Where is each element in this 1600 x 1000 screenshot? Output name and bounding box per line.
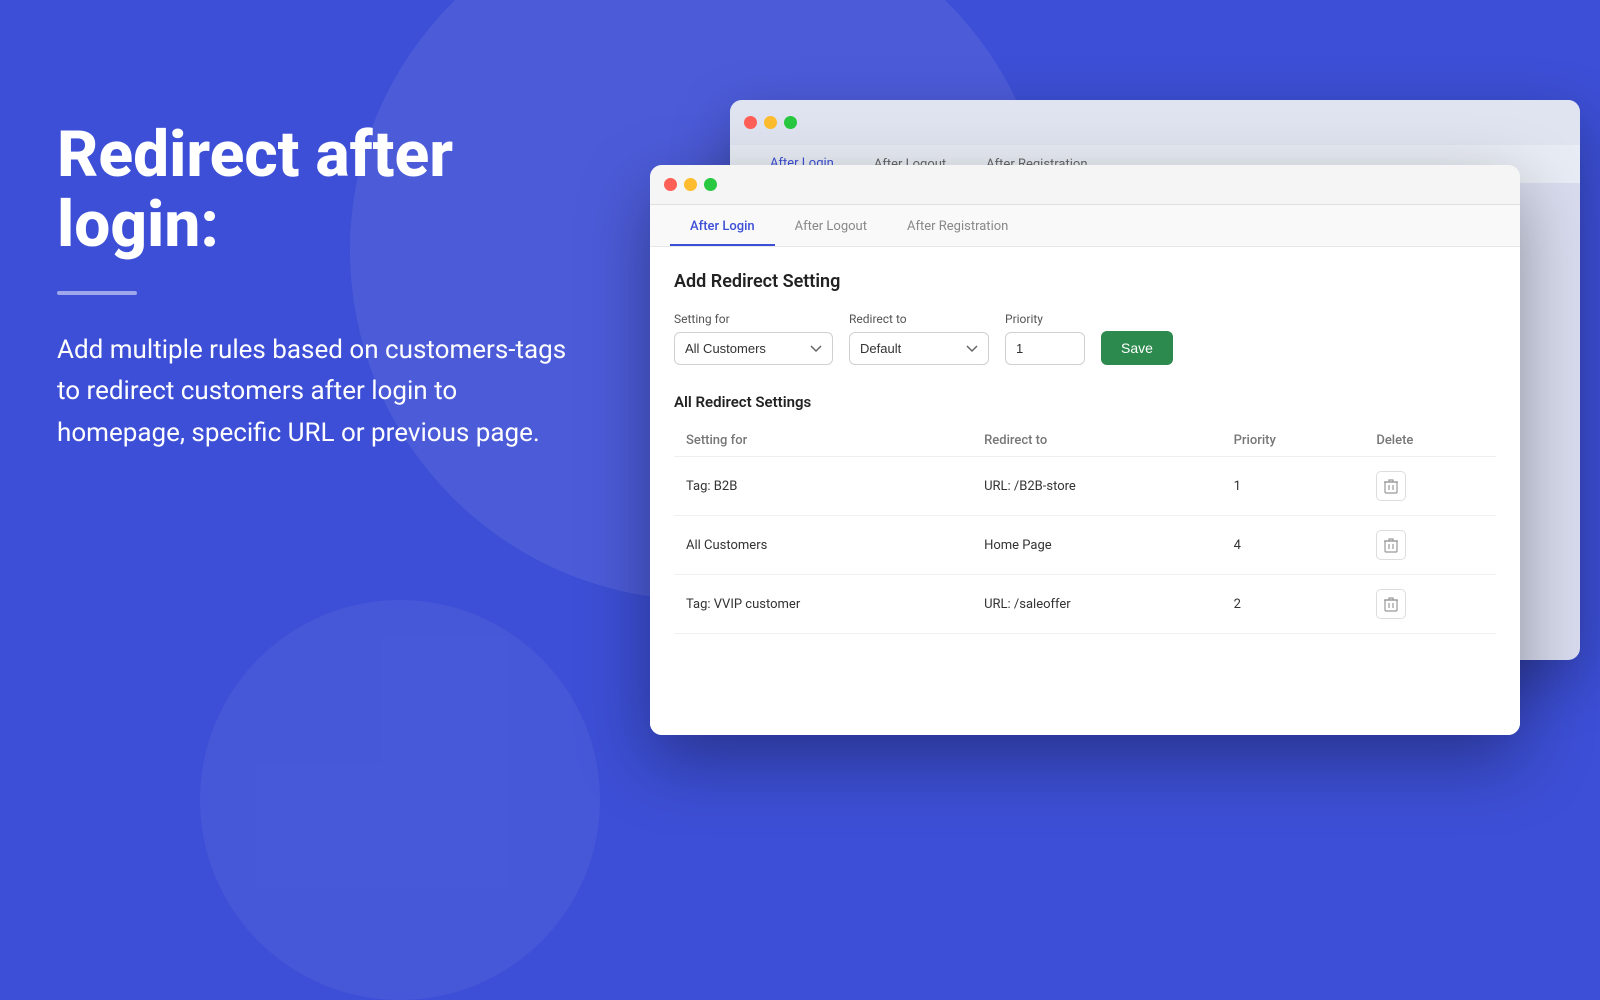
- delete-button[interactable]: [1376, 589, 1406, 619]
- bg-decorative-circle-2: [200, 600, 600, 1000]
- dot-green-back: [784, 116, 797, 129]
- dot-red-front: [664, 178, 677, 191]
- trash-icon: [1384, 537, 1398, 553]
- col-delete: Delete: [1364, 425, 1496, 457]
- main-content: Add Redirect Setting Setting for All Cus…: [650, 247, 1520, 735]
- cell-setting-for: All Customers: [674, 516, 972, 575]
- tab-after-logout[interactable]: After Logout: [775, 209, 887, 246]
- delete-button[interactable]: [1376, 530, 1406, 560]
- right-panel: After Login After Logout After Registrat…: [650, 100, 1600, 750]
- redirect-to-group: Redirect to Default Home Page Previous P…: [849, 312, 989, 365]
- priority-label: Priority: [1005, 312, 1085, 326]
- description-text: Add multiple rules based on customers-ta…: [57, 330, 577, 455]
- table-header-row: Setting for Redirect to Priority Delete: [674, 425, 1496, 457]
- titlebar-front: [650, 165, 1520, 205]
- setting-for-label: Setting for: [674, 312, 833, 326]
- redirect-to-label: Redirect to: [849, 312, 989, 326]
- browser-window-front: After Login After Logout After Registrat…: [650, 165, 1520, 735]
- tabs-front: After Login After Logout After Registrat…: [650, 205, 1520, 247]
- redirect-to-select[interactable]: Default Home Page Previous Page Custom U…: [849, 332, 989, 365]
- delete-button[interactable]: [1376, 471, 1406, 501]
- tab-after-login[interactable]: After Login: [670, 209, 775, 246]
- cell-redirect-to: Home Page: [972, 516, 1222, 575]
- setting-for-select[interactable]: All Customers Tag: B2B Tag: VVIP custome…: [674, 332, 833, 365]
- trash-icon: [1384, 478, 1398, 494]
- cell-priority: 1: [1222, 457, 1365, 516]
- table-row: Tag: B2B URL: /B2B-store 1: [674, 457, 1496, 516]
- left-panel: Redirect after login: Add multiple rules…: [57, 120, 577, 455]
- dot-red-back: [744, 116, 757, 129]
- cell-setting-for: Tag: B2B: [674, 457, 972, 516]
- titlebar-back: [730, 100, 1580, 145]
- setting-for-group: Setting for All Customers Tag: B2B Tag: …: [674, 312, 833, 365]
- priority-input[interactable]: [1005, 332, 1085, 365]
- tab-after-registration[interactable]: After Registration: [887, 209, 1028, 246]
- title-divider: [57, 291, 137, 295]
- table-row: Tag: VVIP customer URL: /saleoffer 2: [674, 575, 1496, 634]
- all-settings-title: All Redirect Settings: [674, 393, 1496, 411]
- col-priority: Priority: [1222, 425, 1365, 457]
- add-setting-title: Add Redirect Setting: [674, 271, 1496, 292]
- cell-delete: [1364, 457, 1496, 516]
- col-setting-for: Setting for: [674, 425, 972, 457]
- save-button[interactable]: Save: [1101, 331, 1173, 365]
- cell-priority: 2: [1222, 575, 1365, 634]
- cell-priority: 4: [1222, 516, 1365, 575]
- cell-redirect-to: URL: /B2B-store: [972, 457, 1222, 516]
- priority-group: Priority: [1005, 312, 1085, 365]
- add-setting-form: Setting for All Customers Tag: B2B Tag: …: [674, 312, 1496, 365]
- dot-green-front: [704, 178, 717, 191]
- dot-yellow-front: [684, 178, 697, 191]
- main-title: Redirect after login:: [57, 120, 577, 261]
- col-redirect-to: Redirect to: [972, 425, 1222, 457]
- trash-icon: [1384, 596, 1398, 612]
- table-row: All Customers Home Page 4: [674, 516, 1496, 575]
- cell-delete: [1364, 516, 1496, 575]
- cell-delete: [1364, 575, 1496, 634]
- cell-setting-for: Tag: VVIP customer: [674, 575, 972, 634]
- dot-yellow-back: [764, 116, 777, 129]
- redirect-table: Setting for Redirect to Priority Delete …: [674, 425, 1496, 634]
- cell-redirect-to: URL: /saleoffer: [972, 575, 1222, 634]
